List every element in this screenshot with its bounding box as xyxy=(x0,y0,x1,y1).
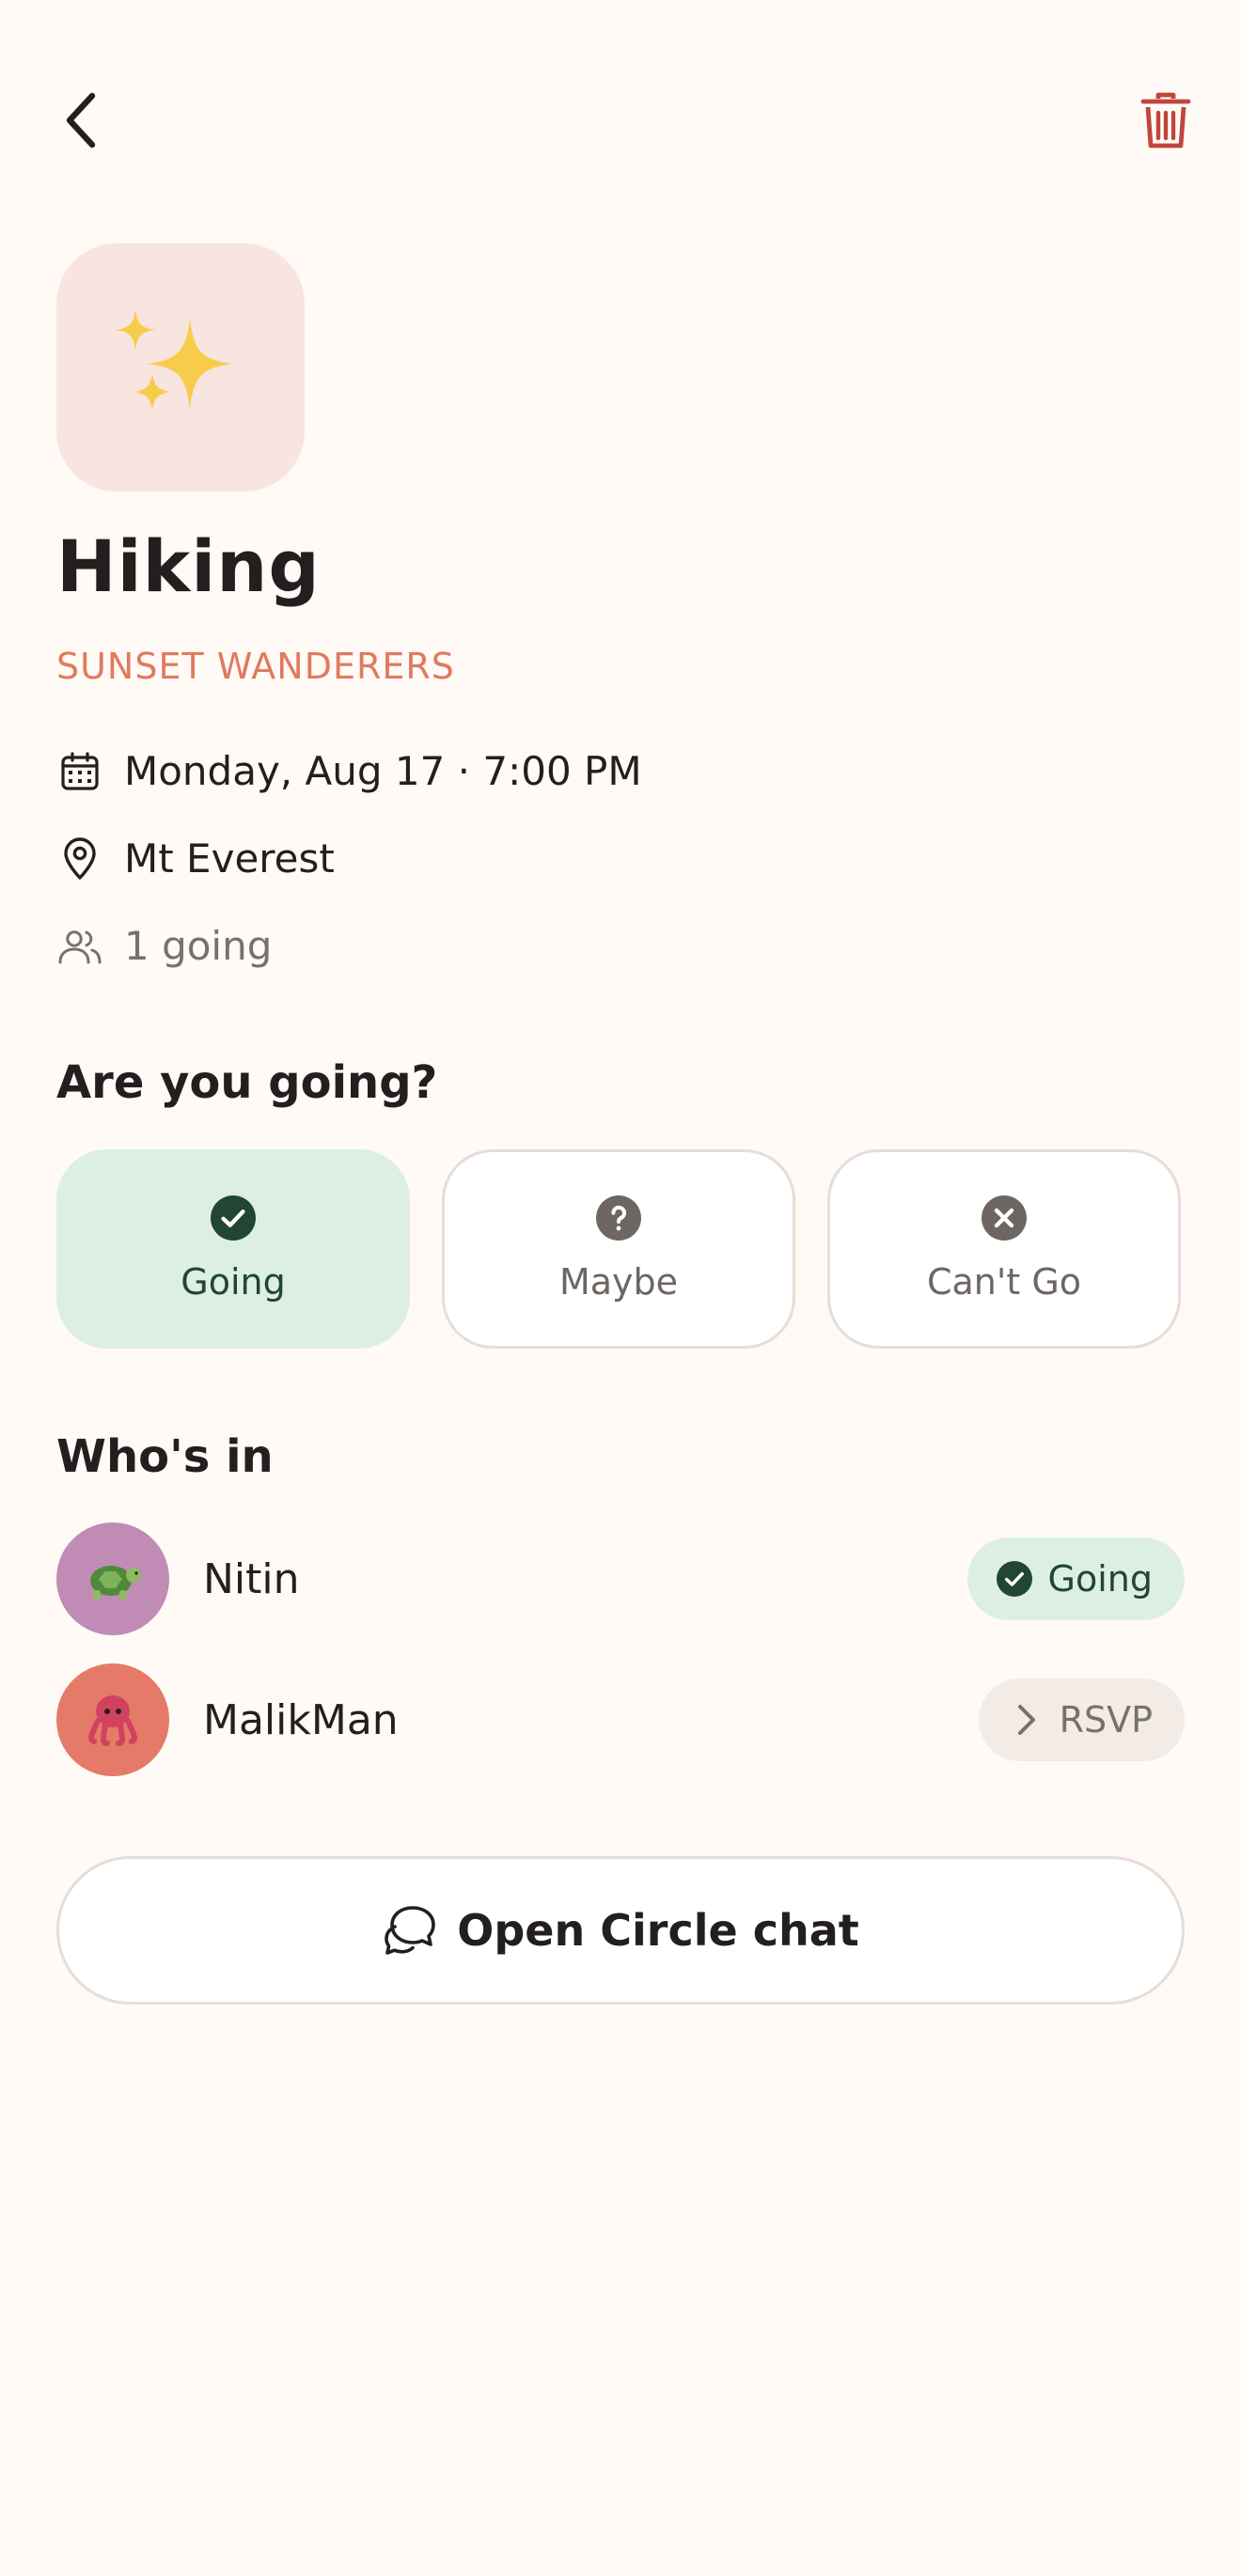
x-circle-icon xyxy=(982,1195,1027,1241)
chevron-right-icon xyxy=(1007,1701,1045,1739)
chevron-left-icon xyxy=(66,92,96,148)
question-circle-icon xyxy=(596,1195,641,1241)
rsvp-cant-go-label: Can't Go xyxy=(926,1261,1082,1303)
rsvp-maybe-button[interactable]: Maybe xyxy=(442,1149,795,1349)
member-name: MalikMan xyxy=(203,1695,399,1744)
event-title: Hiking xyxy=(56,524,321,608)
trash-icon xyxy=(1140,92,1191,148)
back-button[interactable] xyxy=(49,86,117,154)
member-status-label: RSVP xyxy=(1059,1699,1153,1741)
member-status-badge: Going xyxy=(966,1538,1185,1620)
rsvp-heading: Are you going? xyxy=(56,1056,438,1109)
open-circle-chat-button[interactable]: Open Circle chat xyxy=(56,1856,1185,2005)
member-name: Nitin xyxy=(203,1554,300,1603)
event-location: Mt Everest xyxy=(124,835,335,882)
open-circle-chat-label: Open Circle chat xyxy=(457,1905,859,1956)
going-count: 1 going xyxy=(124,923,273,969)
rsvp-going-button[interactable]: Going xyxy=(56,1149,410,1349)
calendar-icon xyxy=(56,748,103,795)
member-rsvp-button[interactable]: RSVP xyxy=(978,1678,1185,1761)
avatar xyxy=(56,1663,169,1776)
going-count-row: 1 going xyxy=(56,920,272,973)
rsvp-maybe-label: Maybe xyxy=(558,1261,679,1303)
people-icon xyxy=(56,923,103,970)
members-heading: Who's in xyxy=(56,1430,274,1483)
rsvp-going-label: Going xyxy=(181,1261,286,1303)
circle-name[interactable]: SUNSET WANDERERS xyxy=(56,642,455,691)
member-status-label: Going xyxy=(1047,1558,1153,1600)
check-circle-icon xyxy=(211,1195,256,1241)
event-date: Monday, Aug 17 · 7:00 PM xyxy=(124,748,642,794)
location-pin-icon xyxy=(56,835,103,882)
member-row[interactable]: Nitin Going xyxy=(56,1522,1185,1635)
delete-button[interactable] xyxy=(1132,86,1200,154)
event-icon-tile xyxy=(56,243,305,492)
avatar xyxy=(56,1522,169,1635)
octopus-icon xyxy=(88,1695,137,1746)
rsvp-cant-go-button[interactable]: Can't Go xyxy=(827,1149,1181,1349)
member-row[interactable]: MalikMan RSVP xyxy=(56,1663,1185,1776)
event-location-row: Mt Everest xyxy=(56,833,335,885)
event-date-row: Monday, Aug 17 · 7:00 PM xyxy=(56,745,642,798)
check-circle-icon xyxy=(996,1560,1033,1598)
chat-bubbles-icon xyxy=(382,1902,438,1959)
sparkles-icon xyxy=(115,309,233,411)
turtle-icon xyxy=(90,1566,141,1600)
